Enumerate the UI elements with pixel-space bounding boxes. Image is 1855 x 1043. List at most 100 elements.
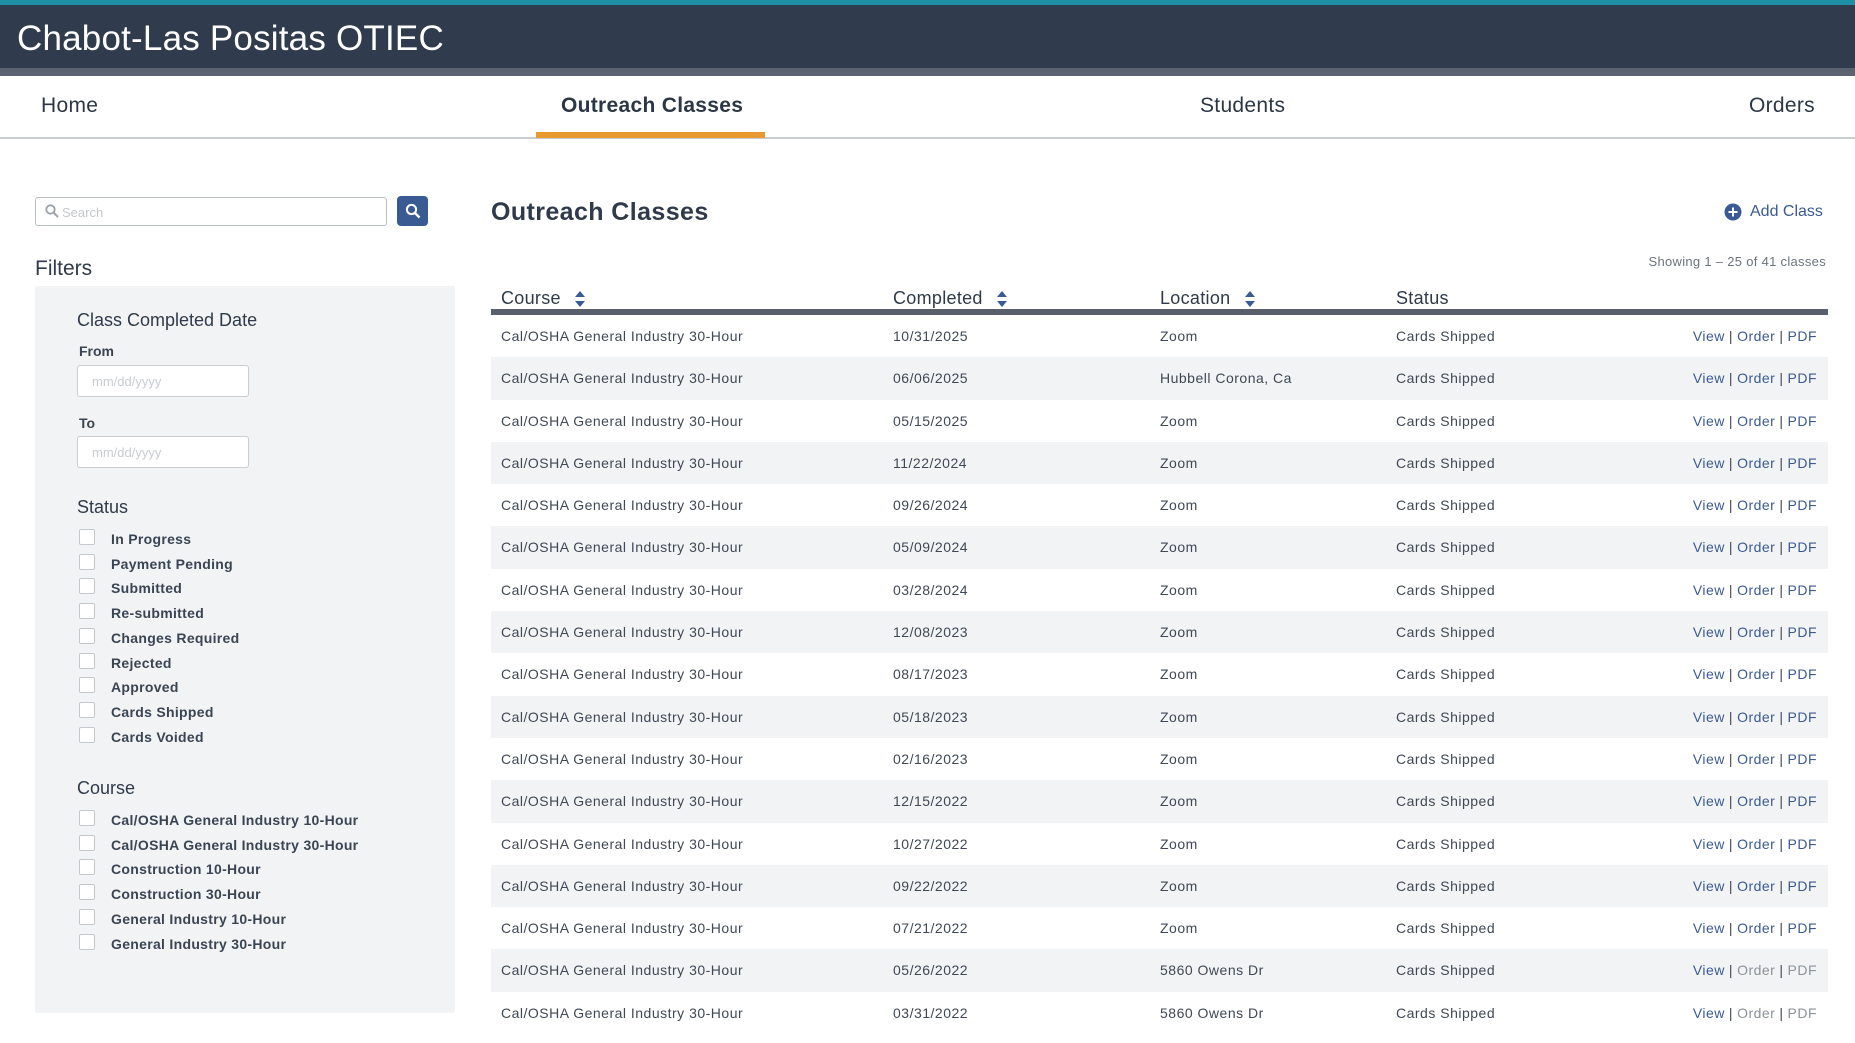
view-link[interactable]: View bbox=[1693, 709, 1725, 725]
pdf-link[interactable]: PDF bbox=[1788, 878, 1818, 894]
row-actions: View | Order | PDF bbox=[1693, 370, 1817, 386]
checkbox[interactable] bbox=[79, 810, 95, 826]
order-link[interactable]: Order bbox=[1737, 328, 1775, 344]
course-cell: Cal/OSHA General Industry 30-Hour bbox=[501, 920, 744, 937]
order-link[interactable]: Order bbox=[1737, 582, 1775, 598]
view-link[interactable]: View bbox=[1693, 920, 1725, 936]
status-cell: Cards Shipped bbox=[1396, 877, 1496, 894]
status-cell: Cards Shipped bbox=[1396, 581, 1496, 598]
view-link[interactable]: View bbox=[1693, 793, 1725, 809]
order-link[interactable]: Order bbox=[1737, 878, 1775, 894]
checkbox[interactable] bbox=[79, 834, 95, 851]
location-cell: Zoom bbox=[1160, 920, 1198, 937]
view-link[interactable]: View bbox=[1693, 624, 1725, 640]
view-link[interactable]: View bbox=[1693, 666, 1725, 682]
pdf-link[interactable]: PDF bbox=[1788, 455, 1818, 471]
checkbox[interactable] bbox=[79, 884, 95, 901]
link-separator: | bbox=[1779, 835, 1784, 852]
view-link[interactable]: View bbox=[1693, 962, 1725, 978]
search-button[interactable] bbox=[397, 196, 428, 226]
pdf-link[interactable]: PDF bbox=[1788, 962, 1818, 978]
pdf-link[interactable]: PDF bbox=[1788, 751, 1818, 767]
view-link[interactable]: View bbox=[1693, 413, 1725, 429]
pdf-link[interactable]: PDF bbox=[1788, 1005, 1818, 1021]
checkbox[interactable] bbox=[79, 603, 95, 620]
link-separator: | bbox=[1728, 497, 1734, 514]
course-option-label: General Industry 30-Hour bbox=[111, 935, 287, 952]
view-link[interactable]: View bbox=[1693, 836, 1725, 852]
pdf-link[interactable]: PDF bbox=[1788, 836, 1818, 852]
order-link[interactable]: Order bbox=[1737, 497, 1775, 513]
table-row: Cal/OSHA General Industry 30-Hour 03/31/2… bbox=[491, 992, 1828, 1034]
pdf-link[interactable]: PDF bbox=[1788, 920, 1818, 936]
order-link[interactable]: Order bbox=[1737, 666, 1775, 682]
search-input[interactable] bbox=[62, 201, 380, 223]
checkbox[interactable] bbox=[79, 701, 95, 718]
view-link[interactable]: View bbox=[1693, 328, 1725, 344]
view-link[interactable]: View bbox=[1693, 370, 1725, 386]
order-link[interactable]: Order bbox=[1737, 836, 1775, 852]
view-link[interactable]: View bbox=[1693, 1005, 1725, 1021]
view-link[interactable]: View bbox=[1693, 878, 1725, 894]
tab-home[interactable]: Home bbox=[41, 94, 98, 118]
tab-orders[interactable]: Orders bbox=[1749, 94, 1815, 118]
checkbox[interactable] bbox=[79, 652, 95, 669]
tab-outreach-classes[interactable]: Outreach Classes bbox=[561, 94, 743, 118]
pdf-link[interactable]: PDF bbox=[1788, 413, 1818, 429]
checkbox[interactable] bbox=[79, 578, 95, 595]
order-link[interactable]: Order bbox=[1737, 962, 1775, 978]
order-link[interactable]: Order bbox=[1737, 455, 1775, 471]
pdf-link[interactable]: PDF bbox=[1788, 370, 1818, 386]
order-link[interactable]: Order bbox=[1737, 920, 1775, 936]
pdf-link[interactable]: PDF bbox=[1788, 709, 1818, 725]
row-actions: View | Order | PDF bbox=[1693, 539, 1817, 555]
checkbox[interactable] bbox=[79, 726, 95, 743]
view-link[interactable]: View bbox=[1693, 751, 1725, 767]
pdf-link[interactable]: PDF bbox=[1788, 539, 1818, 555]
checkbox[interactable] bbox=[79, 529, 95, 545]
tab-students[interactable]: Students bbox=[1200, 94, 1285, 118]
view-link[interactable]: View bbox=[1693, 455, 1725, 471]
pdf-link[interactable]: PDF bbox=[1788, 793, 1818, 809]
location-column-header[interactable]: Location bbox=[1160, 288, 1256, 309]
checkbox[interactable] bbox=[79, 553, 95, 570]
table-row: Cal/OSHA General Industry 30-Hour 05/15/2… bbox=[491, 400, 1828, 442]
pdf-link[interactable]: PDF bbox=[1788, 666, 1818, 682]
view-link[interactable]: View bbox=[1693, 539, 1725, 555]
pdf-link[interactable]: PDF bbox=[1788, 328, 1818, 344]
link-separator: | bbox=[1728, 793, 1734, 810]
order-link[interactable]: Order bbox=[1737, 370, 1775, 386]
course-option-label: Cal/OSHA General Industry 30-Hour bbox=[111, 836, 359, 853]
order-link[interactable]: Order bbox=[1737, 624, 1775, 640]
row-actions: View | Order | PDF bbox=[1693, 1005, 1817, 1021]
view-link[interactable]: View bbox=[1693, 497, 1725, 513]
status-cell: Cards Shipped bbox=[1396, 835, 1496, 852]
order-link[interactable]: Order bbox=[1737, 709, 1775, 725]
status-cell: Cards Shipped bbox=[1396, 666, 1496, 683]
order-link[interactable]: Order bbox=[1737, 539, 1775, 555]
pdf-link[interactable]: PDF bbox=[1788, 497, 1818, 513]
pdf-link[interactable]: PDF bbox=[1788, 624, 1818, 640]
checkbox[interactable] bbox=[79, 859, 95, 876]
course-column-header[interactable]: Course bbox=[501, 288, 586, 309]
checkbox[interactable] bbox=[79, 933, 95, 950]
order-link[interactable]: Order bbox=[1737, 1005, 1775, 1021]
row-actions: View | Order | PDF bbox=[1693, 878, 1817, 894]
pdf-link[interactable]: PDF bbox=[1788, 582, 1818, 598]
order-link[interactable]: Order bbox=[1737, 793, 1775, 809]
link-separator: | bbox=[1728, 581, 1734, 598]
location-cell: Zoom bbox=[1160, 835, 1198, 852]
checkbox[interactable] bbox=[79, 908, 95, 925]
order-link[interactable]: Order bbox=[1737, 751, 1775, 767]
to-date-input[interactable] bbox=[77, 436, 249, 468]
order-link[interactable]: Order bbox=[1737, 413, 1775, 429]
view-link[interactable]: View bbox=[1693, 582, 1725, 598]
completed-cell: 06/06/2025 bbox=[893, 370, 969, 387]
link-separator: | bbox=[1779, 624, 1784, 641]
from-date-input[interactable] bbox=[77, 365, 249, 397]
checkbox[interactable] bbox=[79, 627, 95, 644]
completed-column-header[interactable]: Completed bbox=[893, 288, 1008, 309]
checkbox[interactable] bbox=[79, 677, 95, 694]
date-filter-title: Class Completed Date bbox=[77, 310, 258, 330]
row-actions: View | Order | PDF bbox=[1693, 497, 1817, 513]
